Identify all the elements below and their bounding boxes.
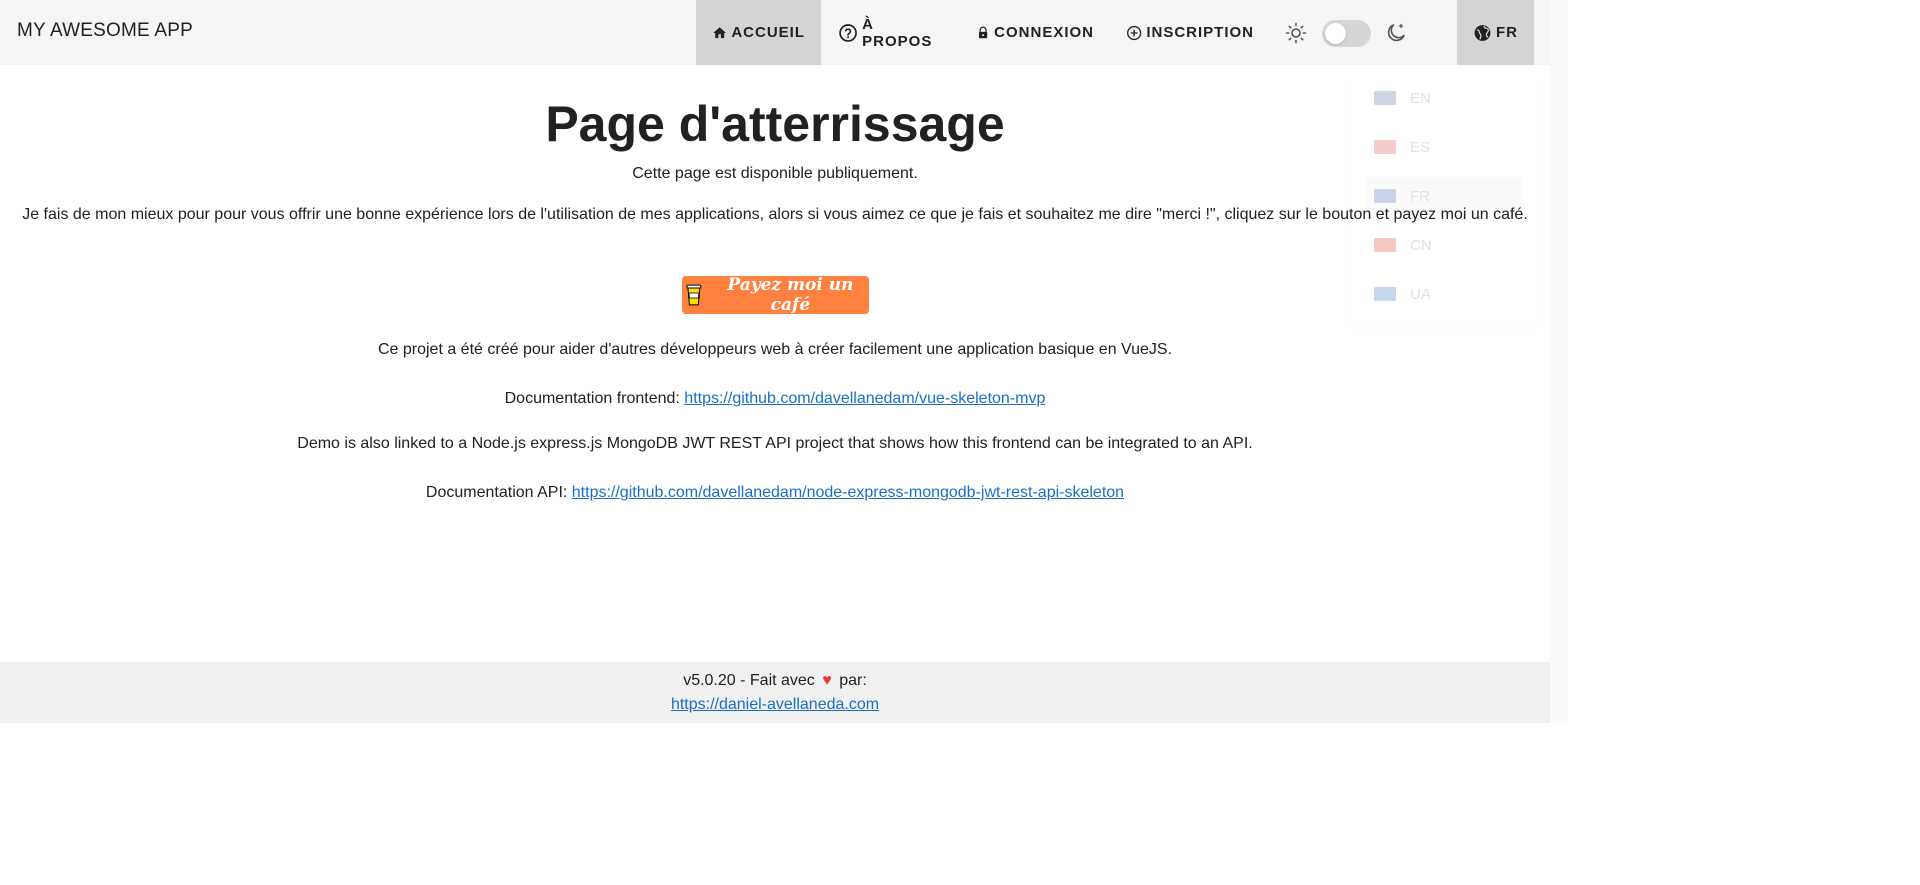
footer-link-line: https://daniel-avellaneda.com xyxy=(0,695,1550,715)
nav-home-label: ACCUEIL xyxy=(731,24,805,41)
page-title: Page d'atterrissage xyxy=(545,96,1005,152)
plus-circle-icon xyxy=(1127,25,1142,40)
globe-icon xyxy=(1474,24,1491,41)
frontend-doc-link[interactable]: https://github.com/davellanedam/vue-skel… xyxy=(684,390,1045,407)
footer-version-text: v5.0.20 - Fait avec xyxy=(683,672,815,689)
author-site-link[interactable]: https://daniel-avellaneda.com xyxy=(671,696,879,713)
nav-signup-label: INSCRIPTION xyxy=(1146,24,1254,41)
merci-text: Je fais de mon mieux pour pour vous offr… xyxy=(22,206,1528,223)
project-text: Ce projet a été créé pour aider d'autres… xyxy=(377,341,1173,358)
api-doc-link[interactable]: https://github.com/davellanedam/node-exp… xyxy=(572,484,1124,501)
nav-about-button[interactable]: À PROPOS xyxy=(822,0,958,65)
language-label: FR xyxy=(1496,24,1518,41)
main-content: Page d'atterrissage Cette page est dispo… xyxy=(0,65,1550,662)
coffee-cup-icon xyxy=(686,284,702,306)
api-doc-text: Documentation API: https://github.com/da… xyxy=(20,481,1530,505)
scrollbar[interactable] xyxy=(1550,0,1568,723)
language-button[interactable]: FR xyxy=(1457,0,1534,65)
help-circle-icon xyxy=(839,23,857,42)
footer-version-line: v5.0.20 - Fait avec ♥ par: xyxy=(0,671,1550,691)
footer: v5.0.20 - Fait avec ♥ par: https://danie… xyxy=(0,662,1550,723)
sun-icon xyxy=(1285,22,1307,44)
toggle-thumb xyxy=(1325,23,1346,44)
heart-icon: ♥ xyxy=(822,672,832,689)
footer-par-text: par: xyxy=(839,672,867,689)
nav-about-label: À PROPOS xyxy=(862,15,933,50)
frontend-doc-text: Documentation frontend: https://github.c… xyxy=(20,387,1530,411)
demo-text: Demo is also linked to a Node.js express… xyxy=(297,435,1253,452)
coffee-button-label: Payez moi un café xyxy=(727,275,854,315)
lock-icon xyxy=(978,26,988,38)
nav-login-label: CONNEXION xyxy=(994,24,1094,41)
moon-icon xyxy=(1387,23,1405,42)
nav-login-button[interactable]: CONNEXION xyxy=(960,0,1110,65)
home-icon xyxy=(713,26,727,38)
frontend-doc-label: Documentation frontend: xyxy=(504,390,685,407)
buy-me-a-coffee-button[interactable]: Payez moi un café xyxy=(682,275,869,315)
app-brand[interactable]: MY AWESOME APP xyxy=(17,20,193,42)
public-text: Cette page est disponible publiquement. xyxy=(632,165,918,182)
theme-switcher xyxy=(1284,18,1414,48)
nav-signup-button[interactable]: INSCRIPTION xyxy=(1110,0,1270,65)
api-doc-label: Documentation API: xyxy=(425,484,572,501)
dark-mode-toggle[interactable] xyxy=(1322,20,1371,47)
nav-home-button[interactable]: ACCUEIL xyxy=(696,0,821,65)
app-bar: MY AWESOME APP ACCUEIL À PROPOS CONNEXIO… xyxy=(0,0,1550,65)
